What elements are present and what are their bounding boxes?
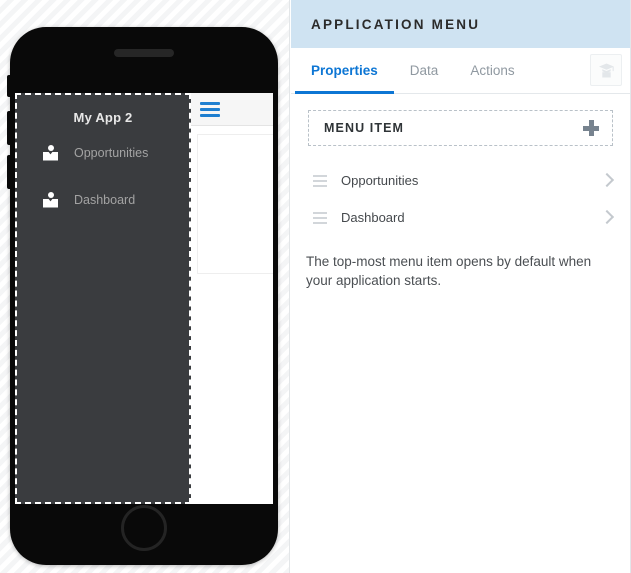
tab-properties[interactable]: Properties [295,48,394,94]
app-nav-item-label: Opportunities [74,145,149,160]
tab-label: Data [409,63,439,78]
app-root: My App 2 Opportunities Dashboard APPLICA… [0,0,631,573]
menu-item-section-header: MENU ITEM [308,110,613,146]
properties-pane: APPLICATION MENU Properties Data Actions [291,0,631,573]
person-icon [43,144,58,161]
person-icon [43,191,58,208]
menu-item-row[interactable]: Opportunities [291,162,630,199]
help-button[interactable] [590,54,622,86]
graduation-cap-icon [598,63,614,77]
menu-item-row[interactable]: Dashboard [291,199,630,236]
hamburger-icon[interactable] [200,101,220,117]
menu-item-list: Opportunities Dashboard [291,162,630,236]
app-menu-panel[interactable]: My App 2 Opportunities Dashboard [15,93,191,504]
tab-bar: Properties Data Actions [291,48,630,94]
tab-label: Properties [311,63,378,78]
panel-title: APPLICATION MENU [311,16,481,32]
chevron-right-icon[interactable] [602,210,612,225]
tab-data[interactable]: Data [394,48,455,93]
home-button-icon [121,505,167,551]
tab-actions[interactable]: Actions [454,48,530,93]
chevron-right-icon[interactable] [602,173,612,188]
helper-text: The top-most menu item opens by default … [306,254,592,288]
menu-item-section-title: MENU ITEM [324,121,405,135]
drag-handle-icon[interactable] [313,211,327,224]
menu-item-label: Dashboard [341,210,405,225]
phone-screen: My App 2 Opportunities Dashboard [15,93,273,504]
speaker-grill-icon [114,49,174,57]
tab-label: Actions [470,63,515,78]
volume-up-button [7,111,11,145]
app-nav-item-dashboard[interactable]: Dashboard [15,180,191,219]
phone-frame: My App 2 Opportunities Dashboard [7,27,278,565]
add-menu-item-plus-icon[interactable] [583,120,599,136]
app-title: My App 2 [73,110,133,125]
menu-item-label: Opportunities [341,173,419,188]
app-nav-item-opportunities[interactable]: Opportunities [15,133,191,172]
app-nav-item-label: Dashboard [74,192,136,207]
drag-handle-icon[interactable] [313,174,327,187]
device-preview-pane: My App 2 Opportunities Dashboard [0,0,290,573]
volume-down-button [7,155,11,189]
silent-switch-button [7,75,11,97]
panel-header: APPLICATION MENU [291,0,630,48]
app-content-card [197,134,273,274]
app-page-content [191,93,273,504]
app-topbar [191,93,273,126]
